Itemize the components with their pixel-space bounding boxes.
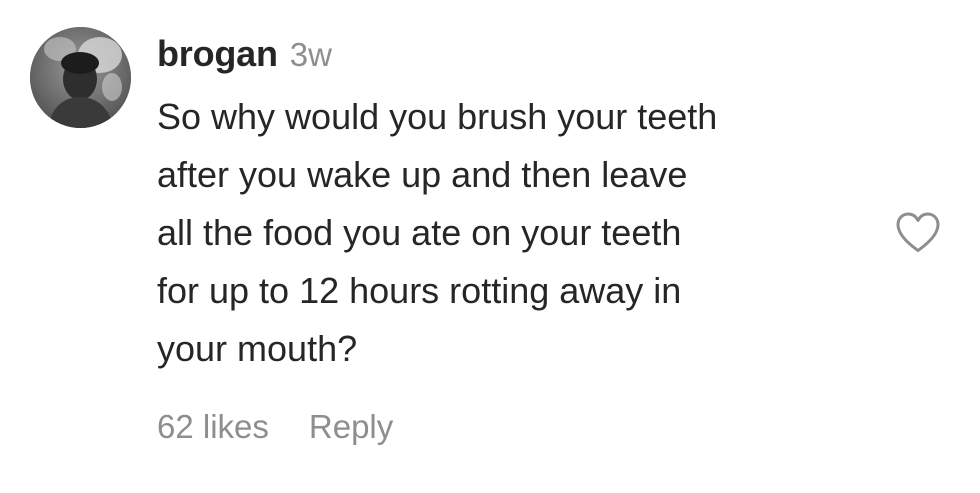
avatar[interactable] (30, 27, 131, 128)
reply-button[interactable]: Reply (309, 408, 393, 446)
comment-text-line: So why would you brush your teeth (157, 96, 718, 137)
comment-text-line: for up to 12 hours rotting away in (157, 270, 682, 311)
comment-text-line: after you wake up and then leave (157, 154, 688, 195)
avatar-image (30, 27, 131, 128)
like-button[interactable] (891, 207, 945, 257)
likes-count[interactable]: 62 likes (157, 408, 269, 446)
username-link[interactable]: brogan (157, 33, 278, 75)
comment-footer: 62 likes Reply (157, 408, 393, 446)
comment-item: brogan 3w So why would you brush your te… (0, 0, 980, 493)
comment-text-line: all the food you ate on your teeth (157, 212, 682, 253)
comment-timestamp[interactable]: 3w (290, 36, 332, 74)
comment-text: So why would you brush your teeth after … (157, 88, 877, 378)
heart-outline-icon (896, 212, 940, 252)
comment-header: brogan 3w (157, 33, 332, 79)
comment-text-line: your mouth? (157, 328, 358, 369)
